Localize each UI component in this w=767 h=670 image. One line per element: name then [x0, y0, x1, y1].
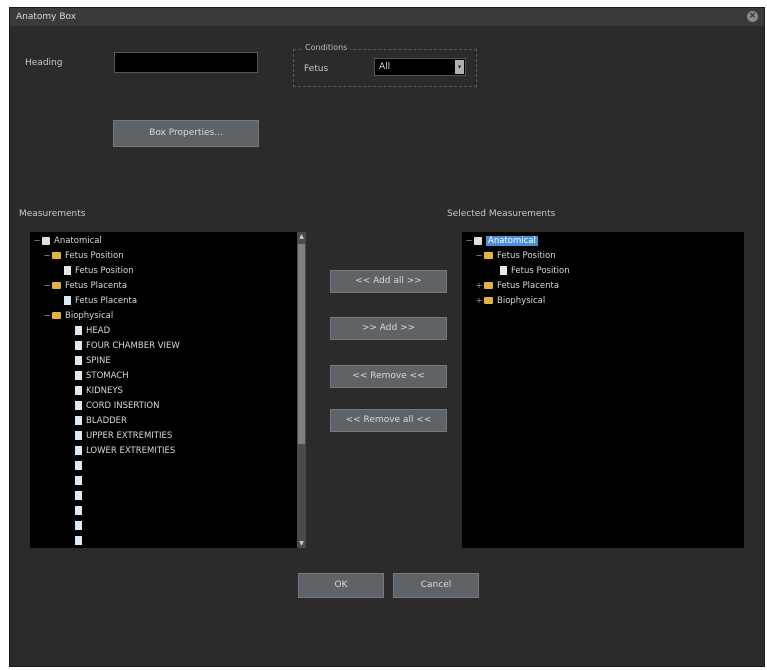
fetus-select[interactable]: All ▾	[374, 58, 466, 76]
chevron-down-icon[interactable]: ▾	[455, 60, 464, 74]
tree-node-item[interactable]: BLADDER	[75, 414, 127, 428]
tree-node-item[interactable]: KIDNEYS	[75, 384, 123, 398]
fetus-label: Fetus	[304, 64, 329, 74]
add-all-button[interactable]: << Add all >>	[330, 270, 447, 293]
scroll-up-icon[interactable]: ▲	[297, 233, 306, 240]
tree-node-item[interactable]	[75, 489, 86, 503]
tree-node-item[interactable]	[75, 504, 86, 518]
tree-node-fetus-position-child[interactable]: Fetus Position	[64, 264, 134, 278]
scrollbar-thumb[interactable]	[298, 244, 305, 444]
tree-node-item[interactable]: FOUR CHAMBER VIEW	[75, 339, 180, 353]
folder-icon	[52, 312, 61, 319]
file-icon	[75, 446, 82, 455]
tree-node-biophysical[interactable]: − Biophysical	[42, 309, 114, 323]
root-node-icon	[42, 236, 50, 245]
tree-node-item[interactable]: UPPER EXTREMITIES	[75, 429, 172, 443]
tree-node-root[interactable]: − Anatomical	[32, 234, 102, 248]
selected-tree-node-root[interactable]: − Anatomical	[464, 234, 538, 248]
heading-input[interactable]	[114, 52, 258, 73]
scroll-down-icon[interactable]: ▼	[297, 540, 306, 547]
tree-node-fetus-placenta[interactable]: − Fetus Placenta	[42, 279, 127, 293]
collapse-icon[interactable]: −	[42, 279, 52, 293]
remove-all-button[interactable]: << Remove all <<	[330, 409, 447, 432]
ok-button[interactable]: OK	[298, 573, 384, 598]
file-icon	[75, 521, 82, 530]
selected-tree-node-fetus-placenta[interactable]: + Fetus Placenta	[474, 279, 559, 293]
add-button[interactable]: >> Add >>	[330, 317, 447, 340]
file-icon	[75, 476, 82, 485]
folder-icon	[484, 282, 493, 289]
file-icon	[75, 356, 82, 365]
collapse-icon[interactable]: −	[474, 249, 484, 263]
file-icon	[64, 266, 71, 275]
collapse-icon[interactable]: −	[42, 309, 52, 323]
folder-icon	[484, 297, 493, 304]
heading-label: Heading	[25, 58, 63, 68]
dialog-title: Anatomy Box	[16, 12, 77, 22]
file-icon	[75, 386, 82, 395]
collapse-icon[interactable]: −	[42, 249, 52, 263]
file-icon	[75, 491, 82, 500]
remove-button[interactable]: << Remove <<	[330, 365, 447, 388]
collapse-icon[interactable]: −	[32, 234, 42, 248]
file-icon	[75, 461, 82, 470]
tree-node-item[interactable]	[75, 519, 86, 533]
folder-icon	[484, 252, 493, 259]
anatomy-box-dialog: Anatomy Box × Heading Conditions Fetus A…	[9, 7, 765, 667]
conditions-group: Conditions Fetus All ▾	[293, 43, 477, 87]
tree-node-item[interactable]	[75, 474, 86, 488]
conditions-group-title: Conditions	[302, 43, 351, 52]
selected-measurements-label: Selected Measurements	[447, 209, 556, 219]
folder-icon	[52, 252, 61, 259]
tree-node-item[interactable]: SPINE	[75, 354, 111, 368]
tree-node-item[interactable]	[75, 534, 86, 548]
measurements-tree[interactable]: − Anatomical − Fetus Position Fetus Positi…	[30, 232, 306, 548]
file-icon	[75, 371, 82, 380]
file-icon	[75, 431, 82, 440]
selected-tree-node-biophysical[interactable]: + Biophysical	[474, 294, 546, 308]
file-icon	[75, 506, 82, 515]
cancel-button[interactable]: Cancel	[393, 573, 479, 598]
tree-node-fetus-placenta-child[interactable]: Fetus Placenta	[64, 294, 137, 308]
tree-node-fetus-position[interactable]: − Fetus Position	[42, 249, 124, 263]
file-icon	[75, 326, 82, 335]
file-icon	[75, 401, 82, 410]
folder-icon	[52, 282, 61, 289]
file-icon	[75, 341, 82, 350]
selected-tree-node-fetus-position-child[interactable]: Fetus Position	[500, 264, 570, 278]
tree-node-item[interactable]: STOMACH	[75, 369, 129, 383]
expand-icon[interactable]: +	[474, 294, 484, 308]
collapse-icon[interactable]: −	[464, 234, 474, 248]
tree-node-item[interactable]: HEAD	[75, 324, 110, 338]
file-icon	[75, 536, 82, 545]
expand-icon[interactable]: +	[474, 279, 484, 293]
file-icon	[500, 266, 507, 275]
selected-measurements-tree[interactable]: − Anatomical − Fetus Position Fetus Positi…	[462, 232, 744, 548]
fetus-select-value: All	[379, 62, 391, 72]
measurements-scrollbar[interactable]: ▲ ▼	[297, 232, 306, 548]
selected-tree-node-fetus-position[interactable]: − Fetus Position	[474, 249, 556, 263]
measurements-label: Measurements	[19, 209, 86, 219]
box-properties-button[interactable]: Box Properties...	[113, 120, 259, 147]
file-icon	[64, 296, 71, 305]
tree-node-item[interactable]: CORD INSERTION	[75, 399, 159, 413]
tree-node-item[interactable]: LOWER EXTREMITIES	[75, 444, 175, 458]
tree-node-item[interactable]	[75, 459, 86, 473]
dialog-titlebar: Anatomy Box ×	[10, 8, 764, 26]
root-node-icon	[474, 236, 482, 245]
close-icon[interactable]: ×	[747, 11, 758, 22]
file-icon	[75, 416, 82, 425]
